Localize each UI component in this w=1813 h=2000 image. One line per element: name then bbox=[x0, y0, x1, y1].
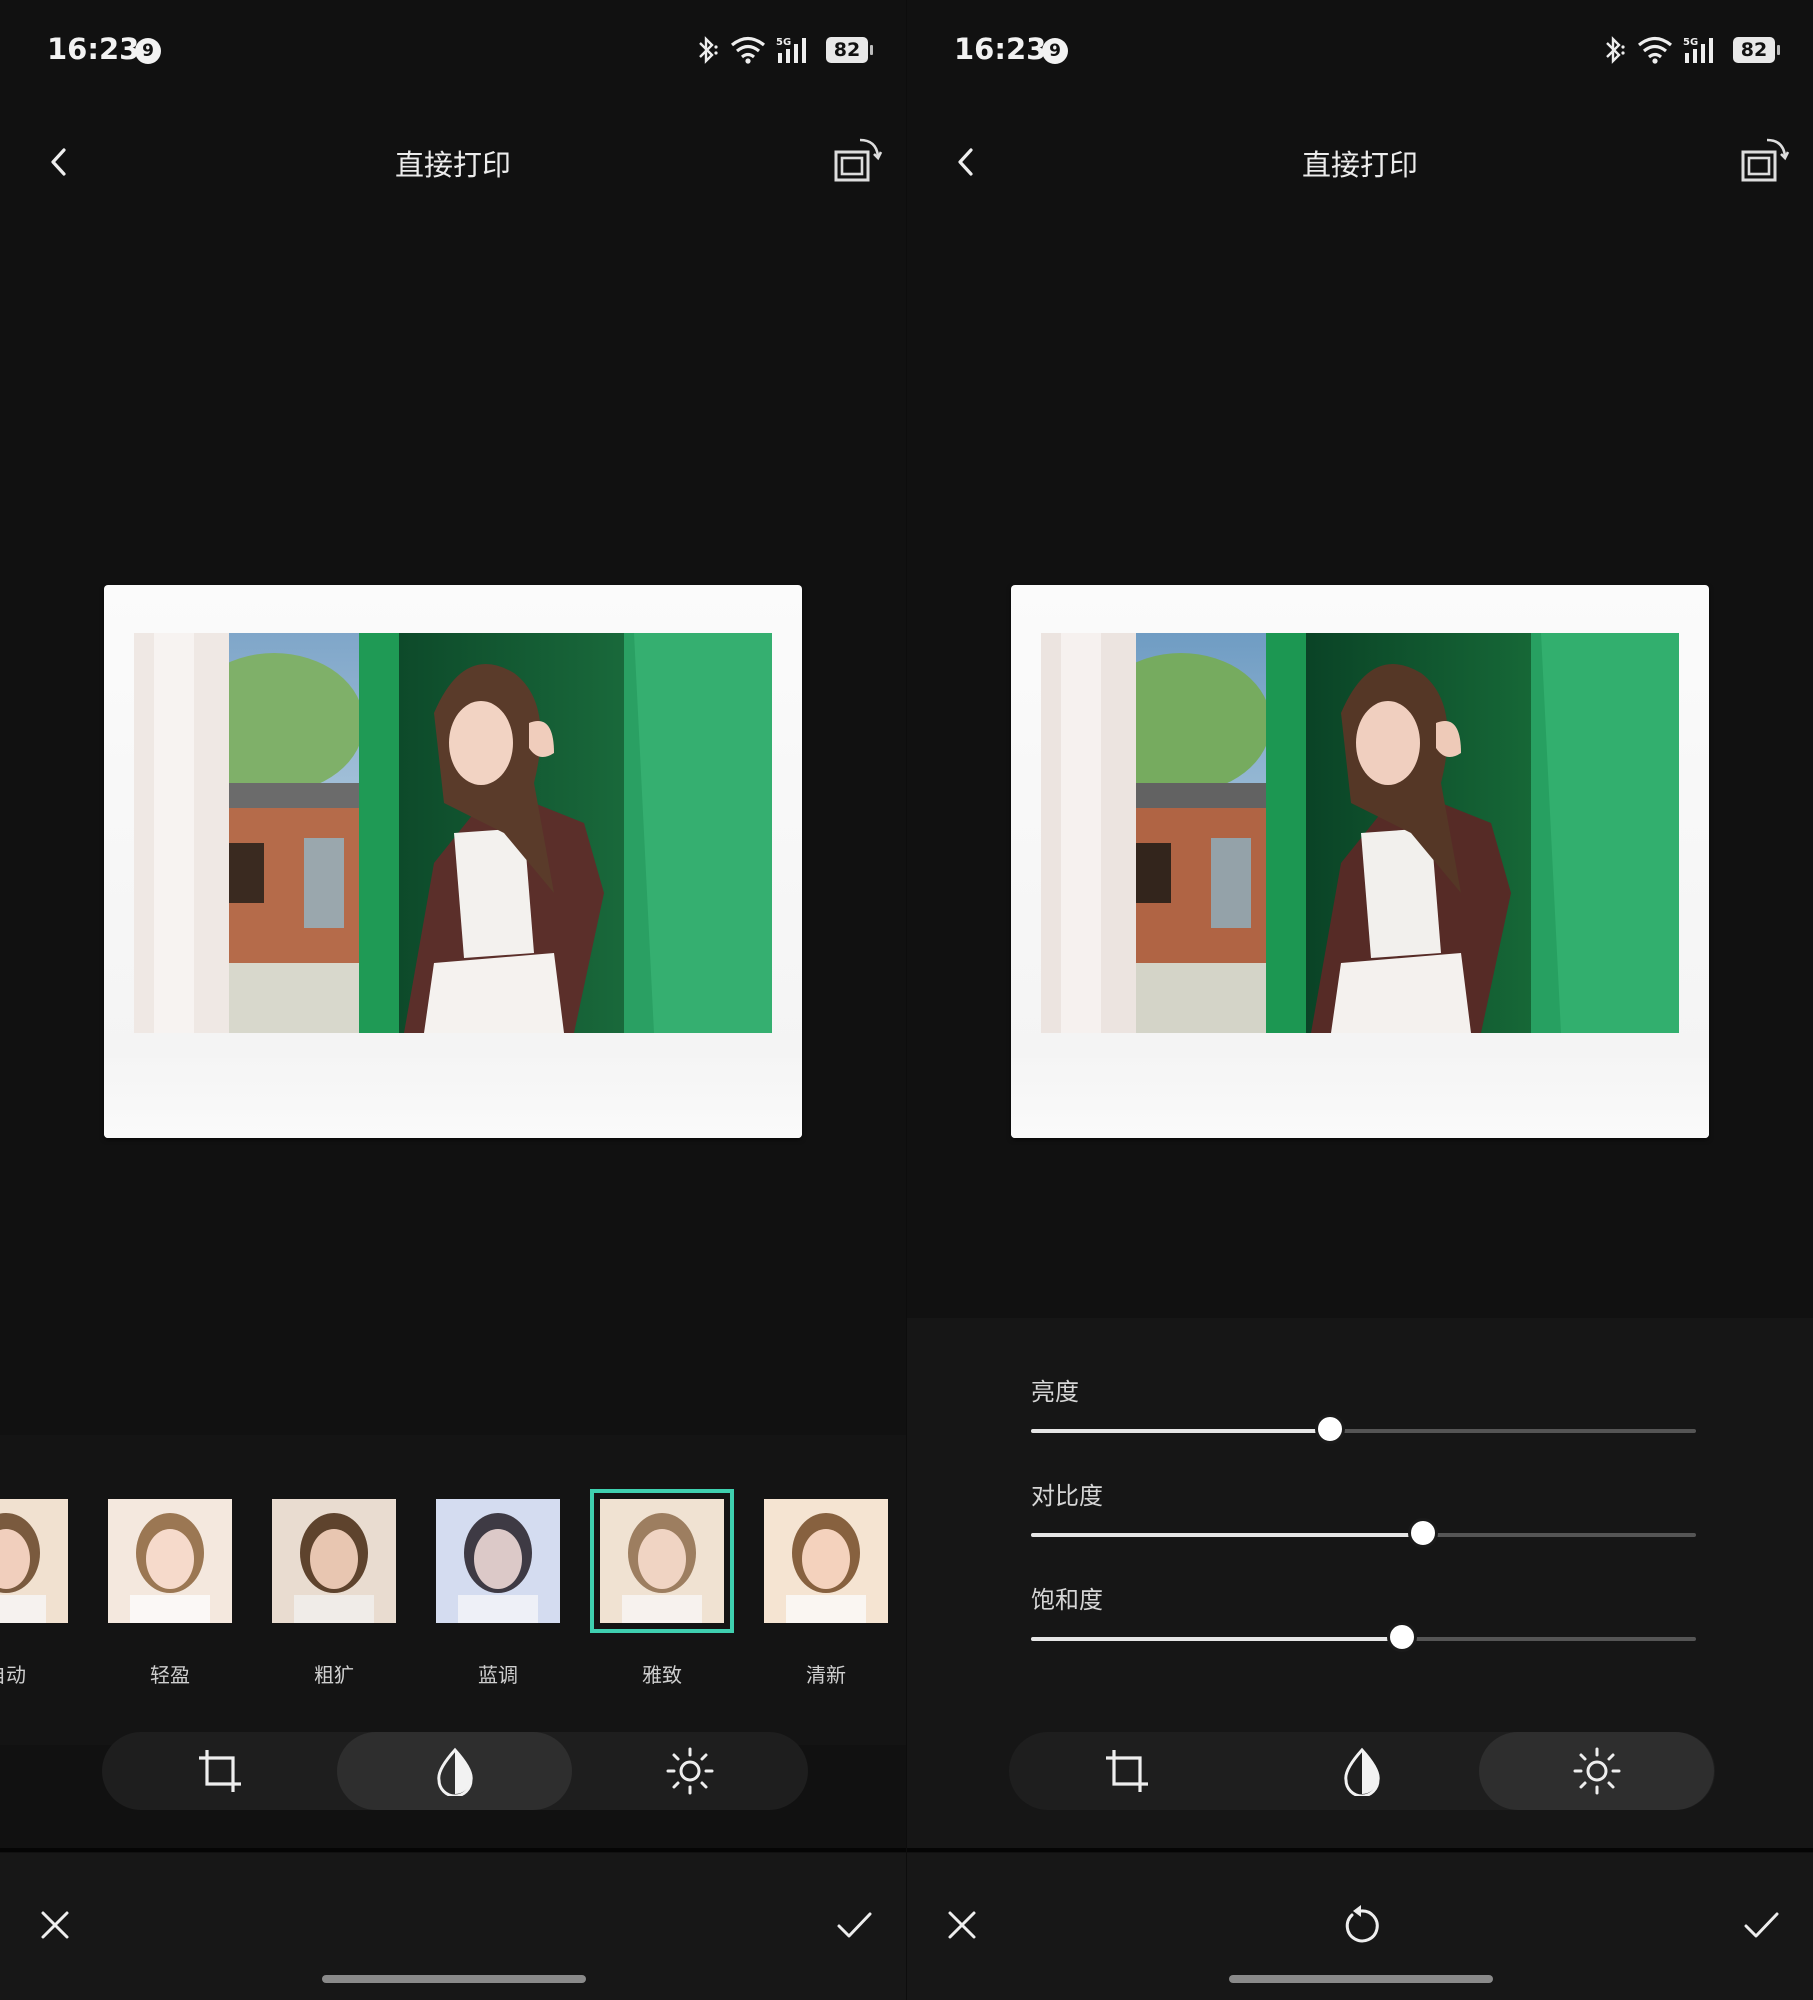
slider-fill bbox=[1031, 1429, 1331, 1433]
screen-filters: 16:23 9 5G 82 直接打印 动 轻盈 粗犷 蓝调 雅致 清新 bbox=[0, 0, 906, 2000]
rotate-frame-icon bbox=[834, 138, 883, 182]
reset-icon bbox=[1345, 1905, 1379, 1943]
signal-5g-icon: 5G bbox=[1683, 37, 1713, 63]
svg-text:5G: 5G bbox=[1683, 37, 1698, 48]
filter-label: 雅致 bbox=[642, 1663, 682, 1687]
cancel-button[interactable] bbox=[942, 1905, 982, 1945]
bluetooth-icon bbox=[699, 36, 718, 64]
status-time: 16:23 bbox=[954, 32, 1047, 66]
photo-bottom-border bbox=[104, 1058, 802, 1138]
brightness-icon bbox=[1573, 1747, 1620, 1795]
contrast-slider-group: 对比度 bbox=[1031, 1476, 1696, 1548]
photo-image bbox=[134, 633, 772, 1033]
filter-label: 自动 bbox=[0, 1663, 26, 1687]
header: 直接打印 bbox=[0, 130, 906, 194]
tab-filter[interactable] bbox=[1244, 1732, 1479, 1810]
notification-badge: 9 bbox=[1042, 38, 1068, 64]
tab-brightness[interactable] bbox=[1479, 1732, 1714, 1810]
edit-tool-bar bbox=[1009, 1732, 1715, 1810]
brightness-slider[interactable] bbox=[1031, 1414, 1696, 1444]
filter-strip: 自动 轻盈 粗犷 蓝调 雅致 bbox=[0, 1435, 906, 1745]
tab-filter[interactable] bbox=[337, 1732, 572, 1810]
filter-thumbnail bbox=[108, 1499, 232, 1623]
bottom-action-bar bbox=[907, 1853, 1813, 2000]
battery-indicator: 82 bbox=[1733, 37, 1780, 63]
header: 直接打印 bbox=[907, 130, 1813, 194]
crop-icon bbox=[198, 1750, 241, 1792]
bluetooth-icon bbox=[1606, 36, 1625, 64]
slider-label: 饱和度 bbox=[1031, 1586, 1103, 1614]
slider-label: 对比度 bbox=[1031, 1482, 1103, 1510]
wifi-icon bbox=[1637, 36, 1673, 64]
filter-icon bbox=[1343, 1747, 1380, 1796]
filter-item-blue[interactable]: 蓝调 bbox=[436, 1499, 560, 1687]
home-indicator[interactable] bbox=[1229, 1975, 1493, 1983]
status-time: 16:23 bbox=[47, 32, 140, 66]
screen-adjustments: 16:23 9 5G 82 直接打印 亮度 对比度 饱和度 bbox=[907, 0, 1813, 2000]
brightness-icon bbox=[666, 1747, 713, 1795]
checkmark-icon bbox=[837, 1912, 872, 1938]
signal-5g-icon: 5G bbox=[776, 37, 806, 63]
close-icon bbox=[948, 1911, 976, 1939]
battery-indicator: 82 bbox=[826, 37, 873, 63]
saturation-slider[interactable] bbox=[1031, 1622, 1696, 1652]
checkmark-icon bbox=[1744, 1912, 1779, 1938]
contrast-slider[interactable] bbox=[1031, 1518, 1696, 1548]
filter-item-fresh[interactable]: 清新 bbox=[764, 1499, 888, 1687]
slider-thumb[interactable] bbox=[1387, 1622, 1418, 1652]
status-icons: 5G 82 bbox=[1601, 34, 1780, 66]
filter-thumbnail bbox=[764, 1499, 888, 1623]
notification-badge: 9 bbox=[135, 38, 161, 64]
home-indicator[interactable] bbox=[322, 1975, 586, 1983]
crop-icon bbox=[1105, 1750, 1148, 1792]
confirm-button[interactable] bbox=[1741, 1905, 1781, 1945]
filter-thumbnail bbox=[272, 1499, 396, 1623]
slider-thumb[interactable] bbox=[1315, 1414, 1346, 1444]
photo-bottom-border bbox=[1011, 1058, 1709, 1138]
confirm-button[interactable] bbox=[834, 1905, 874, 1945]
filter-thumbnail bbox=[590, 1489, 734, 1633]
filter-label: 轻盈 bbox=[150, 1663, 190, 1687]
slider-thumb[interactable] bbox=[1408, 1518, 1439, 1548]
page-title: 直接打印 bbox=[394, 148, 511, 182]
filter-thumbnail bbox=[0, 1499, 68, 1623]
saturation-slider-group: 饱和度 bbox=[1031, 1580, 1696, 1652]
divider bbox=[907, 1848, 1813, 1852]
filter-item-light[interactable]: 轻盈 bbox=[108, 1499, 232, 1687]
filter-item-auto[interactable]: 自动 bbox=[0, 1499, 68, 1687]
slider-fill bbox=[1031, 1533, 1424, 1537]
filter-label: 蓝调 bbox=[478, 1663, 518, 1687]
status-icons: 5G 82 bbox=[694, 34, 873, 66]
instax-photo-preview[interactable] bbox=[104, 585, 802, 1138]
filter-item-elegant[interactable]: 雅致 bbox=[590, 1489, 734, 1687]
reset-button[interactable] bbox=[1340, 1903, 1382, 1947]
instax-photo-preview[interactable] bbox=[1011, 585, 1709, 1138]
tab-crop[interactable] bbox=[1009, 1732, 1244, 1810]
close-icon bbox=[41, 1911, 69, 1939]
rotate-frame-button[interactable] bbox=[830, 134, 886, 190]
brightness-slider-group: 亮度 bbox=[1031, 1372, 1696, 1444]
edit-tool-bar bbox=[102, 1732, 808, 1810]
status-bar: 16:23 9 5G 82 bbox=[0, 28, 906, 72]
rotate-frame-button[interactable] bbox=[1737, 134, 1793, 190]
filter-item-rugged[interactable]: 粗犷 bbox=[272, 1499, 396, 1687]
slider-fill bbox=[1031, 1637, 1403, 1641]
filter-icon bbox=[436, 1747, 473, 1796]
page-title: 直接打印 bbox=[1301, 148, 1418, 182]
filter-label: 清新 bbox=[806, 1663, 846, 1687]
cancel-button[interactable] bbox=[35, 1905, 75, 1945]
wifi-icon bbox=[730, 36, 766, 64]
svg-text:5G: 5G bbox=[776, 37, 791, 48]
divider bbox=[0, 1848, 906, 1852]
bottom-action-bar bbox=[0, 1853, 906, 2000]
tab-brightness[interactable] bbox=[572, 1732, 807, 1810]
photo-image bbox=[1041, 633, 1679, 1033]
filter-label: 粗犷 bbox=[314, 1663, 354, 1687]
slider-label: 亮度 bbox=[1031, 1378, 1079, 1406]
rotate-frame-icon bbox=[1741, 138, 1790, 182]
tab-crop[interactable] bbox=[102, 1732, 337, 1810]
status-bar: 16:23 9 5G 82 bbox=[907, 28, 1813, 72]
filter-thumbnail bbox=[436, 1499, 560, 1623]
